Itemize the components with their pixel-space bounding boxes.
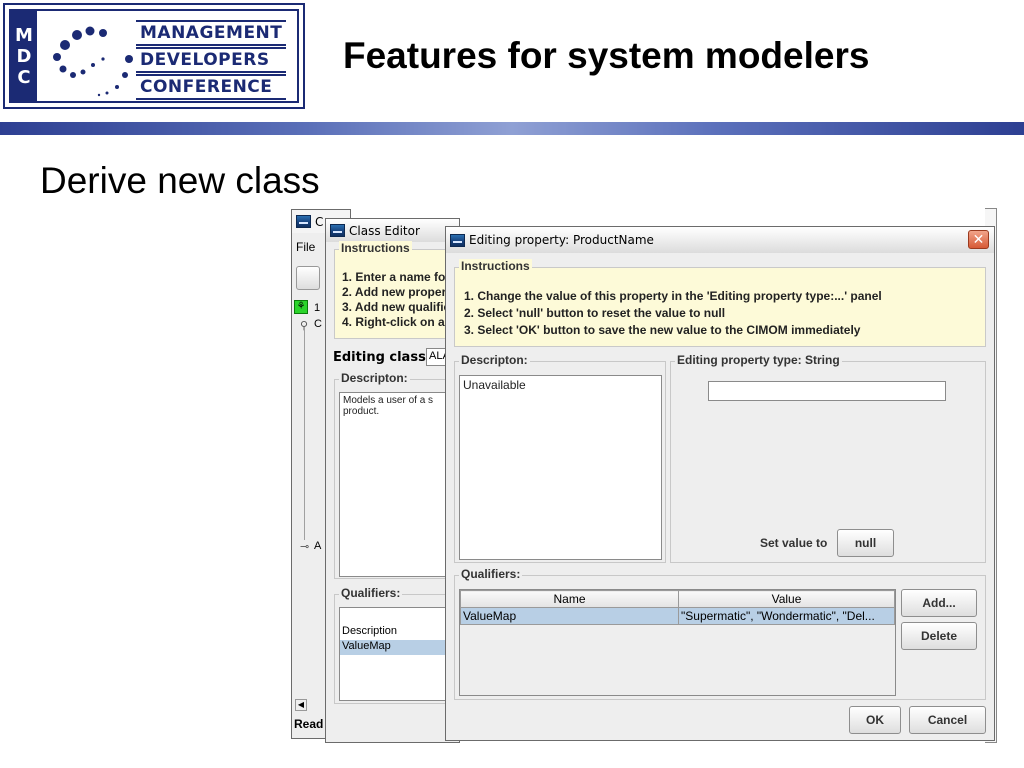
logo-word-conference: CONFERENCE <box>136 74 287 100</box>
qualifier-value-cell[interactable]: "Supermatic", "Wondermatic", "Del... <box>678 607 895 625</box>
column-header-name[interactable]: Name <box>460 590 679 608</box>
qualifier-name-cell[interactable]: ValueMap <box>460 607 679 625</box>
class-editor-description-label: Descripton: <box>339 371 410 385</box>
tree-root-icon: ⚘ <box>294 300 308 314</box>
class-editor-titlebar: Class Editor <box>326 219 459 242</box>
instructions-group: Instructions 1. Change the value of this… <box>454 259 986 347</box>
java-window-icon <box>330 224 345 237</box>
editing-property-titlebar: Editing property: ProductName <box>446 227 994 253</box>
delete-qualifier-button[interactable]: Delete <box>901 622 977 650</box>
property-type-group: Editing property type: String Set value … <box>670 353 986 563</box>
class-editor-instruction-1: 1. Enter a name for <box>342 270 451 284</box>
column-header-value[interactable]: Value <box>678 590 895 608</box>
java-window-icon <box>296 215 311 228</box>
logo-letter-m: M <box>15 24 33 46</box>
tree-item-2[interactable]: C <box>314 318 322 330</box>
slide-subtitle: Derive new class <box>40 160 320 201</box>
qualifiers-group: Qualifiers: Name Value ValueMap "Superma… <box>454 567 986 700</box>
instructions-label: Instructions <box>459 259 532 273</box>
null-button[interactable]: null <box>837 529 894 557</box>
property-value-input[interactable] <box>708 381 946 401</box>
class-editor-title: Class Editor <box>349 223 420 238</box>
slide-title: Features for system modelers <box>343 35 870 76</box>
tree-item-1[interactable]: 1 <box>314 302 320 314</box>
class-editor-instruction-2: 2. Add new properti <box>342 285 454 299</box>
logo-dots-icon <box>53 26 133 97</box>
instruction-line-3: 3. Select 'OK' button to save the new va… <box>464 323 861 337</box>
header-band <box>0 122 1024 135</box>
menu-file[interactable]: File <box>296 240 315 254</box>
logo-word-developers: DEVELOPERS <box>136 47 287 73</box>
mdc-logo: M D C MANAGEMENT DEVELOPERS CONFERENCE <box>3 3 305 109</box>
description-group: Descripton: Unavailable <box>454 353 666 563</box>
class-editor-instruction-4: 4. Right-click on a t <box>342 315 453 329</box>
logo-mdc-letters: M D C <box>11 11 37 101</box>
tree-line <box>304 330 305 540</box>
logo-letter-c: C <box>17 66 31 88</box>
class-browser-title: C <box>315 214 324 229</box>
qualifiers-table[interactable]: Name Value ValueMap "Supermatic", "Wonde… <box>459 589 896 696</box>
class-editor-instruction-3: 3. Add new qualifier <box>342 300 455 314</box>
cancel-button[interactable]: Cancel <box>909 706 986 734</box>
editing-class-label: Editing class <box>333 350 426 365</box>
tree-leaf-icon: ⊸ <box>300 541 310 553</box>
editing-property-dialog: Editing property: ProductName ✕ Instruct… <box>445 226 995 741</box>
close-icon[interactable]: ✕ <box>968 230 989 249</box>
class-editor-window: Class Editor Instructions 1. Enter a nam… <box>325 218 469 743</box>
instruction-line-2: 2. Select 'null' button to reset the val… <box>464 306 726 320</box>
editing-property-title: Editing property: ProductName <box>469 233 654 247</box>
description-label: Descripton: <box>459 353 530 367</box>
logo-letter-d: D <box>16 45 32 67</box>
instruction-line-1: 1. Change the value of this property in … <box>464 289 882 303</box>
property-type-label: Editing property type: String <box>675 353 842 367</box>
toolbar-button[interactable] <box>296 266 320 290</box>
ok-button[interactable]: OK <box>849 706 901 734</box>
logo-word-management: MANAGEMENT <box>136 20 287 46</box>
class-editor-instructions-label: Instructions <box>339 241 412 255</box>
class-editor-qualifiers-label: Qualifiers: <box>339 586 403 600</box>
add-qualifier-button[interactable]: Add... <box>901 589 977 617</box>
status-text: Read <box>294 717 324 731</box>
qualifiers-label: Qualifiers: <box>459 567 523 581</box>
table-row[interactable]: ValueMap "Supermatic", "Wondermatic", "D… <box>460 607 895 625</box>
tree-item-3[interactable]: A <box>314 540 321 552</box>
scroll-left-icon[interactable]: ◀ <box>295 699 307 711</box>
description-text-area[interactable]: Unavailable <box>459 375 662 560</box>
java-window-icon <box>450 233 465 247</box>
set-value-label: Set value to <box>760 536 828 550</box>
